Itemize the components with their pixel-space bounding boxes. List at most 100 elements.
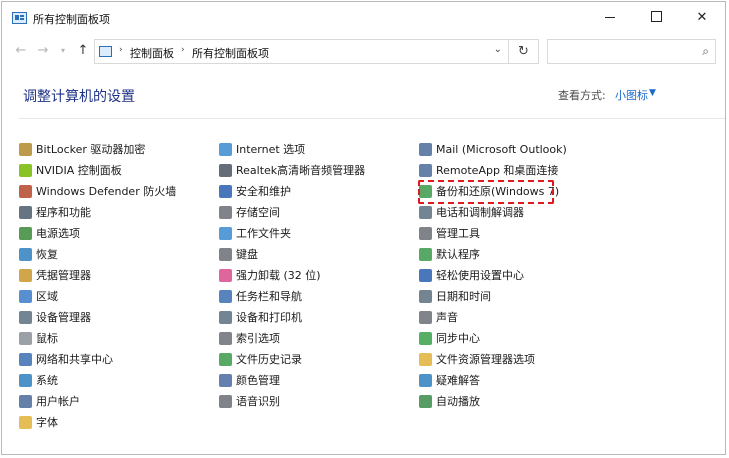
control-panel-item-label: 设备和打印机 [236, 311, 302, 324]
control-panel-item-label: 声音 [436, 311, 458, 324]
highlight-box [418, 180, 554, 204]
file-history-icon [219, 353, 232, 366]
control-panel-item-label: 电话和调制解调器 [436, 206, 524, 219]
region-icon [19, 290, 32, 303]
close-button[interactable]: ✕ [679, 2, 725, 34]
chevron-down-icon[interactable]: ▼ [649, 88, 656, 98]
admin-tools-icon [419, 227, 432, 240]
control-panel-item-label: 用户帐户 [36, 395, 80, 408]
power-icon [19, 227, 32, 240]
troubleshooting-icon [419, 374, 432, 387]
folder-options-icon [419, 353, 432, 366]
color-management-icon [219, 374, 232, 387]
autoplay-icon [419, 395, 432, 408]
nvidia-icon [19, 164, 32, 177]
control-panel-icon [99, 46, 112, 57]
control-panel-item-label: Realtek高清晰音频管理器 [236, 164, 366, 177]
index-icon [219, 332, 232, 345]
control-panel-window: 所有控制面板项 ✕ ← → ▾ ↑ › 控制面板 › 所有控制面板项 ⌄ ↻ ⌕… [1, 1, 726, 455]
printer-icon [219, 311, 232, 324]
control-panel-item-label: 管理工具 [436, 227, 480, 240]
control-panel-item-label: 文件资源管理器选项 [436, 353, 535, 366]
programs-icon [19, 206, 32, 219]
address-bar[interactable]: › 控制面板 › 所有控制面板项 ⌄ [94, 39, 509, 64]
header-divider [19, 118, 725, 119]
storage-icon [219, 206, 232, 219]
maximize-icon [650, 11, 662, 22]
address-dropdown-icon[interactable]: ⌄ [494, 44, 502, 55]
breadcrumb-separator[interactable]: › [119, 45, 123, 55]
control-panel-item-label: 自动播放 [436, 395, 480, 408]
uninstall-icon [219, 269, 232, 282]
mail-icon [419, 143, 432, 156]
control-panel-item-label: 索引选项 [236, 332, 280, 345]
credential-icon [19, 269, 32, 282]
breadcrumb-all-items[interactable]: 所有控制面板项 [192, 45, 269, 61]
ease-of-access-icon [419, 269, 432, 282]
control-panel-item-label: 强力卸载 (32 位) [236, 269, 321, 282]
minimize-button[interactable] [587, 2, 633, 34]
recovery-icon [19, 248, 32, 261]
up-button[interactable]: ↑ [75, 42, 91, 60]
control-panel-item-label: 系统 [36, 374, 58, 387]
control-panel-item-label: 默认程序 [436, 248, 480, 261]
control-panel-item-label: 颜色管理 [236, 374, 280, 387]
bitlocker-icon [19, 143, 32, 156]
realtek-audio-icon [219, 164, 232, 177]
control-panel-item-label: 同步中心 [436, 332, 480, 345]
mouse-icon [19, 332, 32, 345]
control-panel-item-label: 电源选项 [36, 227, 80, 240]
work-folders-icon [219, 227, 232, 240]
default-programs-icon [419, 248, 432, 261]
breadcrumb-separator[interactable]: › [181, 45, 185, 55]
control-panel-item-label: 疑难解答 [436, 374, 480, 387]
control-panel-item-label: 凭据管理器 [36, 269, 91, 282]
control-panel-item-label: Windows Defender 防火墙 [36, 185, 177, 198]
minimize-icon [605, 17, 615, 18]
recent-locations-button[interactable]: ▾ [55, 42, 71, 60]
keyboard-icon [219, 248, 232, 261]
phone-modem-icon [419, 206, 432, 219]
breadcrumb-control-panel[interactable]: 控制面板 [130, 45, 174, 61]
control-panel-item-label: 工作文件夹 [236, 227, 291, 240]
control-panel-item-label: 键盘 [236, 248, 258, 261]
navigation-bar: ← → ▾ ↑ › 控制面板 › 所有控制面板项 ⌄ ↻ ⌕ [2, 36, 725, 66]
control-panel-item-label: NVIDIA 控制面板 [36, 164, 122, 177]
control-panel-item-label: 程序和功能 [36, 206, 91, 219]
control-panel-item-label: Internet 选项 [236, 143, 306, 156]
view-by-dropdown[interactable]: 小图标 [615, 87, 648, 103]
control-panel-item-label: 字体 [36, 416, 58, 429]
refresh-button[interactable]: ↻ [509, 39, 539, 64]
control-panel-item-label: 设备管理器 [36, 311, 91, 324]
control-panel-item-label: 区域 [36, 290, 58, 303]
remoteapp-icon [419, 164, 432, 177]
control-panel-item-label: 轻松使用设置中心 [436, 269, 524, 282]
internet-options-icon [219, 143, 232, 156]
view-by-label: 查看方式: [558, 89, 606, 102]
flag-icon [219, 185, 232, 198]
control-panel-item-label: 恢复 [36, 248, 58, 261]
maximize-button[interactable] [633, 2, 679, 34]
back-button[interactable]: ← [13, 42, 29, 60]
control-panel-item-label: 存储空间 [236, 206, 280, 219]
forward-button[interactable]: → [35, 42, 51, 60]
control-panel-item-label: 文件历史记录 [236, 353, 302, 366]
fonts-icon [19, 416, 32, 429]
network-icon [19, 353, 32, 366]
firewall-icon [19, 185, 32, 198]
title-bar[interactable]: 所有控制面板项 ✕ [2, 2, 725, 34]
search-input[interactable]: ⌕ [547, 39, 716, 64]
control-panel-item-label: RemoteApp 和桌面连接 [436, 164, 559, 177]
control-panel-item-label: 语音识别 [236, 395, 280, 408]
microphone-icon [219, 395, 232, 408]
control-panel-item-label: 任务栏和导航 [236, 290, 302, 303]
control-panel-item-label: BitLocker 驱动器加密 [36, 143, 146, 156]
control-panel-item-label: 鼠标 [36, 332, 58, 345]
page-title: 调整计算机的设置 [23, 89, 135, 105]
taskbar-icon [219, 290, 232, 303]
sync-icon [419, 332, 432, 345]
user-accounts-icon [19, 395, 32, 408]
device-manager-icon [19, 311, 32, 324]
search-icon[interactable]: ⌕ [702, 44, 709, 59]
system-icon [19, 374, 32, 387]
